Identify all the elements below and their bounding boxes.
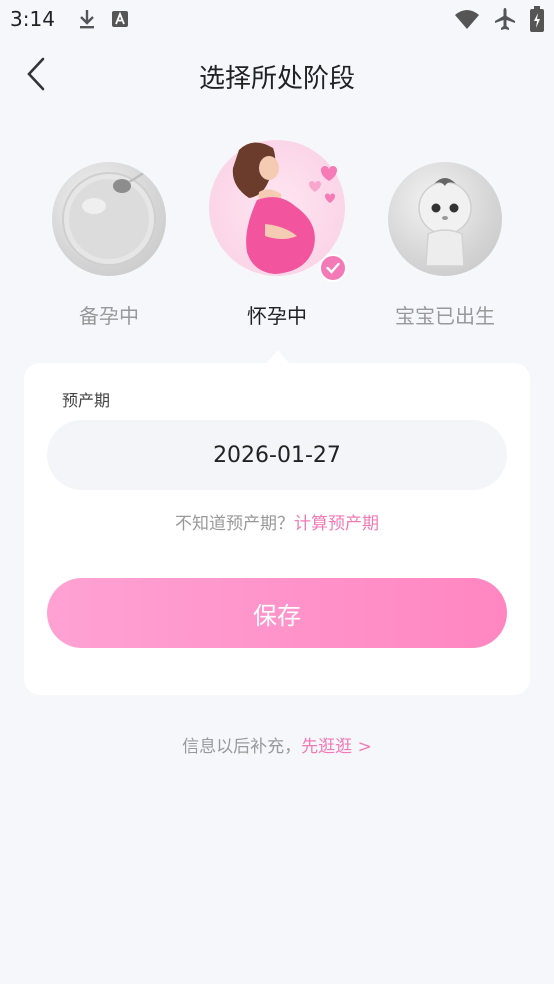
stage-label-pregnant: 怀孕中 [247, 304, 307, 328]
stage-image-pregnant [209, 140, 347, 282]
status-time: 3:14 [10, 7, 55, 31]
hint-text: 不知道预产期？ [175, 514, 294, 534]
page-header: 选择所处阶段 [0, 46, 554, 102]
save-button[interactable]: 保存 [47, 578, 507, 648]
download-icon [79, 10, 94, 29]
sperm-egg-icon [62, 167, 156, 266]
status-right-icons [454, 6, 544, 32]
status-bar: 3:14 [0, 0, 554, 38]
check-icon [326, 262, 340, 274]
stage-label-born: 宝宝已出生 [395, 304, 495, 328]
stage-option-born[interactable]: 宝宝已出生 [375, 162, 515, 329]
browse-first-link[interactable]: 先逛逛 > [301, 737, 372, 757]
stage-selector: 备孕中 怀孕中 宝宝已出生 [0, 140, 554, 340]
stage-image-born [388, 162, 502, 276]
stage-option-preparing[interactable]: 备孕中 [39, 162, 179, 329]
status-left-icons [77, 8, 129, 30]
skip-footer: 信息以后补充，先逛逛 > [0, 732, 554, 757]
font-icon [111, 11, 128, 27]
card-pointer [266, 350, 290, 364]
due-date-card: 预产期 2026-01-27 不知道预产期？计算预产期 保存 [24, 363, 530, 695]
battery-icon [530, 6, 544, 32]
due-date-hint: 不知道预产期？计算预产期 [24, 509, 530, 534]
due-date-field[interactable]: 2026-01-27 [47, 420, 507, 490]
airplane-icon [495, 8, 515, 30]
stage-image-preparing [52, 162, 166, 276]
footer-text: 信息以后补充， [182, 737, 302, 757]
selected-check-badge [319, 254, 347, 282]
wifi-icon [455, 10, 479, 29]
baby-icon [418, 178, 472, 267]
stage-option-pregnant[interactable]: 怀孕中 [207, 140, 347, 329]
stage-label-preparing: 备孕中 [79, 304, 139, 328]
calculate-due-date-link[interactable]: 计算预产期 [294, 514, 379, 534]
due-date-label: 预产期 [62, 391, 111, 410]
page-title: 选择所处阶段 [198, 64, 355, 94]
